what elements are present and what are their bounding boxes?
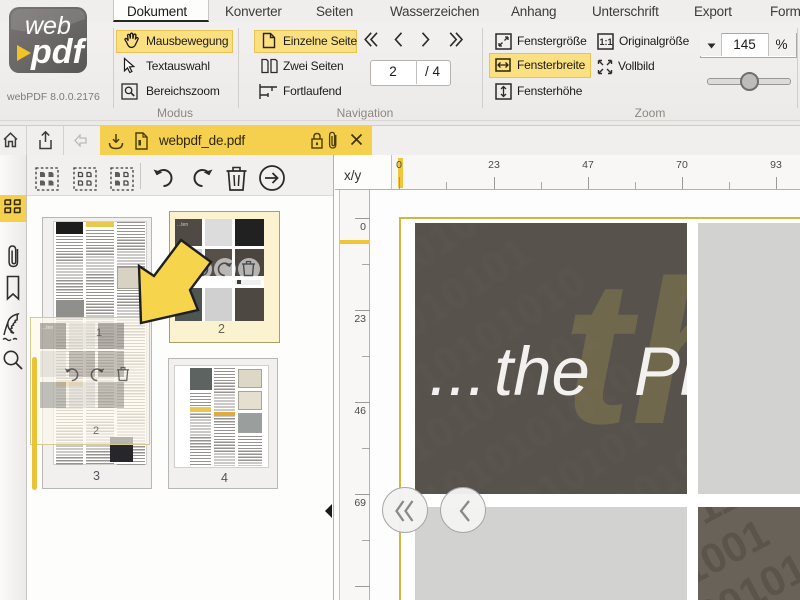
svg-text:the: the xyxy=(494,333,590,410)
svg-text:1:1: 1:1 xyxy=(600,37,613,47)
svg-text:...: ... xyxy=(429,333,487,410)
svg-text:pdf: pdf xyxy=(30,33,87,71)
svg-text:Pl: Pl xyxy=(634,333,687,410)
